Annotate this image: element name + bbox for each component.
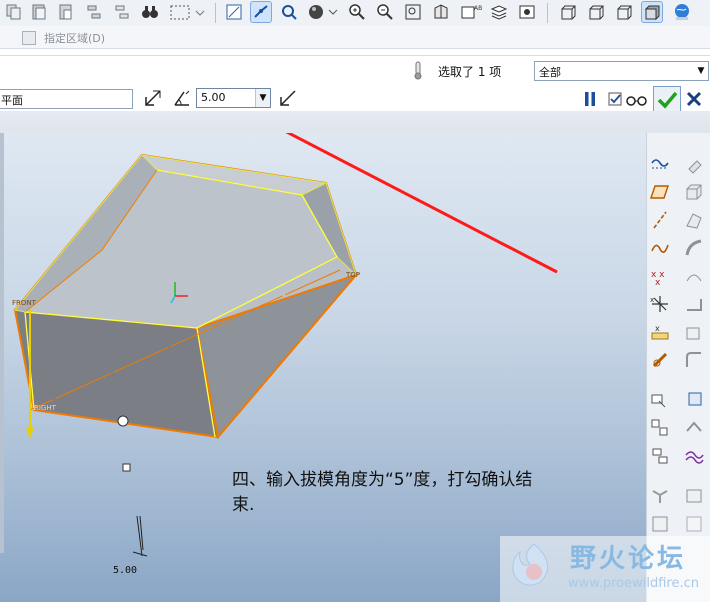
draft-dashboard: 选取了 1 项 全部 ▼ 平面 5.00 ▼ [0, 55, 710, 114]
apply-ok-button[interactable] [653, 86, 681, 114]
thicken-tool-icon[interactable] [683, 485, 705, 507]
svg-text:x: x [655, 278, 661, 287]
copy-icon[interactable] [4, 2, 24, 22]
merge-tool-icon[interactable] [649, 485, 671, 507]
dashboard-tray [0, 111, 710, 134]
sweep-tool-icon[interactable] [683, 237, 705, 259]
revolve-tool-icon[interactable] [683, 209, 705, 231]
watermark-title: 野火论坛 [570, 544, 687, 574]
datum-curve-tool-icon[interactable] [649, 237, 671, 259]
sketch-tool-icon[interactable] [649, 153, 671, 175]
area-selection-label[interactable]: 指定区域(D) [44, 30, 105, 46]
csys-tool-icon[interactable]: x [649, 293, 671, 315]
rib-tool-icon[interactable] [683, 293, 705, 315]
pattern-tool-icon[interactable] [649, 417, 671, 439]
selection-filter-value: 全部 [539, 66, 561, 79]
no-hidden-icon[interactable] [614, 2, 634, 22]
angle-dimension-value[interactable]: 5.00 [113, 565, 137, 576]
copy-feature-icon[interactable] [649, 389, 671, 411]
solidify-tool-icon[interactable] [649, 513, 671, 535]
box-front-face [13, 308, 220, 439]
trim-tool-icon[interactable] [683, 417, 705, 439]
draft-angle-input[interactable]: 5.00 ▼ [196, 88, 271, 108]
thermometer-icon [408, 60, 428, 80]
flip-angle-icon[interactable] [278, 88, 298, 108]
offset-tool-icon[interactable] [683, 513, 705, 535]
pull-direction-arrow [26, 428, 34, 438]
draft-tool-icon[interactable] [683, 389, 705, 411]
globe-icon[interactable] [672, 2, 692, 22]
forum-watermark: 野火论坛 www.proewildfire.cn [500, 536, 710, 602]
chevron-down-icon: ▼ [694, 62, 708, 80]
saved-views-icon[interactable]: AB [459, 2, 485, 22]
view-manager-icon[interactable] [517, 2, 537, 22]
preview-checkbox[interactable] [606, 89, 626, 109]
wireframe-icon[interactable] [558, 2, 578, 22]
layers-icon[interactable] [489, 2, 509, 22]
warp-tool-icon[interactable] [683, 445, 705, 467]
angle-dimension-leader [132, 515, 148, 557]
zoom-out-icon[interactable] [375, 2, 395, 22]
zoom-in-icon[interactable] [347, 2, 367, 22]
extrude-tool-icon[interactable] [683, 181, 705, 203]
selection-status: 选取了 1 项 [438, 65, 502, 79]
shell-tool-icon[interactable] [683, 321, 705, 343]
instruction-line-2: 束. [232, 495, 255, 515]
blend-tool-icon[interactable] [683, 265, 705, 287]
right-datum-label: RIGHT [34, 404, 57, 412]
angle-drag-handle[interactable] [122, 463, 131, 472]
hidden-line-icon[interactable] [586, 2, 606, 22]
draft-angle-icon [172, 88, 192, 108]
datum-plane-display-icon[interactable] [224, 2, 244, 22]
svg-text:x: x [650, 296, 654, 304]
top-datum-label: TOP [345, 271, 360, 279]
pause-icon[interactable] [580, 89, 600, 109]
shading-mode-icon[interactable] [307, 2, 343, 22]
instruction-line-1: 四、输入拔模角度为“5”度，打勾确认结 [232, 470, 533, 490]
datum-point-display-icon[interactable] [279, 2, 299, 22]
hole-tool-icon[interactable] [683, 153, 705, 175]
draft-hinge-value: 平面 [1, 94, 23, 107]
draft-hinge-field[interactable]: 平面 [0, 89, 133, 109]
drag-handle[interactable] [117, 415, 129, 427]
model-tree-edge [0, 133, 4, 553]
find-icon[interactable] [140, 2, 160, 22]
tutorial-instruction: 四、输入拔模角度为“5”度，打勾确认结 束. [232, 468, 632, 518]
watermark-url: www.proewildfire.cn [568, 576, 699, 591]
datum-axis-display-icon[interactable] [250, 1, 272, 23]
model-viewport: FRONT TOP RIGHT [12, 133, 558, 557]
svg-text:AB: AB [474, 5, 482, 12]
draft-angle-value: 5.00 [201, 91, 226, 104]
analysis-tool-icon[interactable]: x [649, 321, 671, 343]
main-toolbar: AB [0, 0, 710, 27]
selection-box-icon[interactable] [168, 2, 206, 22]
forum-logo [512, 543, 549, 586]
refit-icon[interactable] [403, 2, 423, 22]
reorient-icon[interactable] [431, 2, 451, 22]
mirror-tool-icon[interactable] [649, 445, 671, 467]
cancel-close-icon[interactable] [684, 89, 704, 109]
regenerate-icon[interactable] [84, 2, 104, 22]
chain-tool-icon[interactable] [649, 349, 671, 371]
flip-pull-direction-icon[interactable] [143, 88, 163, 108]
datum-point-tool-icon[interactable]: x xx [649, 265, 671, 287]
datum-axis-tool-icon[interactable] [649, 209, 671, 231]
front-datum-label: FRONT [12, 299, 37, 307]
filter-row: 指定区域(D) [0, 26, 710, 49]
round-tool-icon[interactable] [683, 349, 705, 371]
area-select-icon[interactable] [22, 31, 36, 45]
verify-glasses-icon[interactable] [625, 89, 649, 109]
feature-toolbar: x xx x x [646, 133, 710, 602]
paste-special-icon[interactable] [56, 2, 76, 22]
datum-plane-tool-icon[interactable] [649, 181, 671, 203]
chevron-down-icon[interactable]: ▼ [255, 89, 270, 107]
graphics-window[interactable]: FRONT TOP RIGHT 5.00 [0, 133, 646, 602]
regen-manager-icon[interactable] [112, 2, 132, 22]
shaded-display-icon[interactable] [641, 1, 663, 23]
svg-text:x: x [655, 324, 660, 333]
paste-icon[interactable] [29, 2, 49, 22]
selection-filter-dropdown[interactable]: 全部 ▼ [534, 61, 709, 81]
